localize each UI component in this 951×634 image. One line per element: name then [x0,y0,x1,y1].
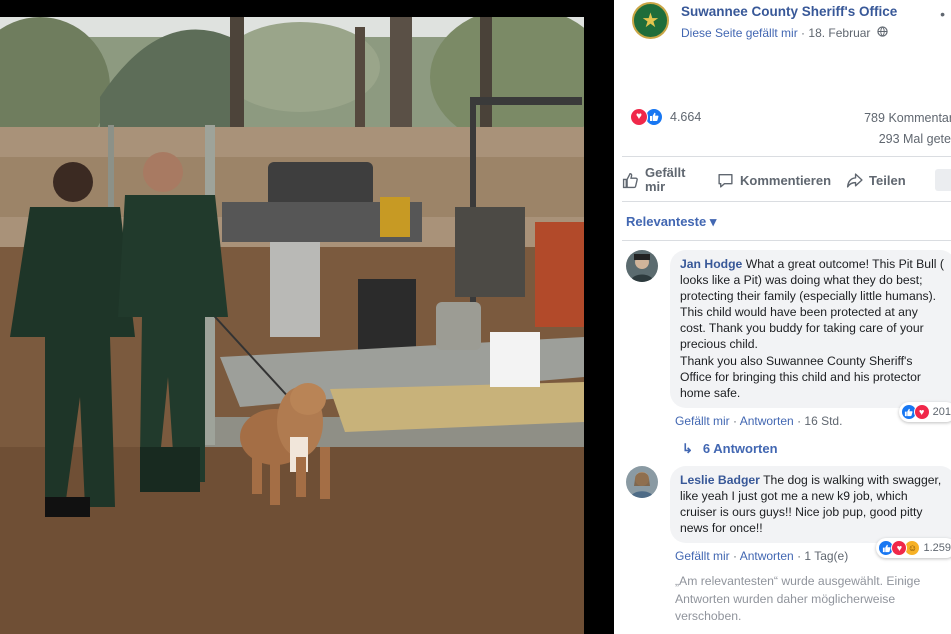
comment-time[interactable]: 1 Tag(e) [804,549,848,563]
page-name[interactable]: Suwannee County Sheriff's Office [681,4,897,19]
comment-actions: Gefällt mir · Antworten · 16 Std. [675,414,843,428]
share-button-label: Teilen [869,172,906,188]
post-stats: ♥ 4.664 789 Kommentare 293 Mal geteilt [630,106,951,150]
audience-selector[interactable] [935,169,951,191]
heart-icon: ♥ [630,108,648,126]
comment: Leslie Badger The dog is walking with sw… [626,466,951,566]
comment-reactions[interactable]: ♥ 201 [898,402,951,422]
heart-icon: ♥ [891,540,908,556]
heart-icon: ♥ [913,404,930,420]
view-replies-link[interactable]: ↳ 6 Antworten [682,441,778,457]
like-button-label: Gefällt mir [645,165,686,194]
divider [622,156,951,157]
divider [622,240,951,241]
comment-reaction-count: 1.259 [923,542,951,554]
comment-button-label: Kommentieren [740,172,832,188]
comment-sort-dropdown[interactable]: Relevanteste ▾ [626,214,716,230]
comment: Jan Hodge What a great outcome! This Pit… [626,250,951,440]
reaction-icons[interactable]: ♥ [630,108,663,126]
comment-reactions[interactable]: ♥ ☺ 1.259 [876,538,951,558]
comment-like-link[interactable]: Gefällt mir [675,549,730,563]
replies-label: 6 Antworten [702,441,778,456]
comment-bubble-icon [716,171,734,189]
globe-icon [877,26,888,40]
share-button[interactable]: Teilen [845,171,906,189]
meta-separator: · [797,26,809,40]
comment-text: What a great outcome! This Pit Bull ( lo… [680,257,944,352]
comment-bubble: Leslie Badger The dog is walking with sw… [670,466,951,544]
reactions-count[interactable]: 4.664 [670,110,701,124]
sheriff-star-icon: ★ [641,9,660,32]
shares-count[interactable]: 293 Mal geteilt [879,132,951,146]
reply-arrow-icon: ↳ [682,441,693,456]
comment-reply-link[interactable]: Antworten [740,414,794,428]
post-photo[interactable] [0,17,584,634]
sort-note: „Am relevantesten“ wurde ausgewählt. Ein… [675,574,921,623]
comment-reaction-count: 201 [932,406,951,418]
comment-actions: Gefällt mir · Antworten · 1 Tag(e) [675,549,849,563]
comment-button[interactable]: Kommentieren [716,171,831,189]
post-header: ★ Suwannee County Sheriff's Office Diese… [632,2,951,42]
comment-reply-link[interactable]: Antworten [740,549,794,563]
comment-bubble: Jan Hodge What a great outcome! This Pit… [670,250,951,408]
comment-like-link[interactable]: Gefällt mir [675,414,730,428]
post-panel: ★ Suwannee County Sheriff's Office Diese… [614,0,951,634]
comment-author[interactable]: Leslie Badger [680,473,760,487]
photo-viewer [0,0,614,634]
post-actions: Gefällt mir Kommentieren Teilen [622,161,951,199]
comments-count[interactable]: 789 Kommentare [864,111,951,125]
thumbs-up-icon [622,171,639,189]
comment-text-continued: Thank you also Suwannee County Sheriff's… [680,353,921,400]
page-liked-link[interactable]: Diese Seite gefällt mir [681,26,798,40]
commenter-avatar[interactable] [626,466,658,498]
post-meta: Diese Seite gefällt mir · 18. Februar [681,26,888,40]
divider [622,201,951,202]
page-avatar[interactable]: ★ [632,2,669,39]
comment-author[interactable]: Jan Hodge [680,257,742,271]
share-arrow-icon [845,171,863,189]
comment-time[interactable]: 16 Std. [804,414,842,428]
commenter-avatar[interactable] [626,250,658,282]
more-dots-icon[interactable]: • [940,6,946,22]
like-button[interactable]: Gefällt mir [622,166,702,194]
photo-scene [0,17,584,634]
post-date[interactable]: 18. Februar [808,26,870,40]
